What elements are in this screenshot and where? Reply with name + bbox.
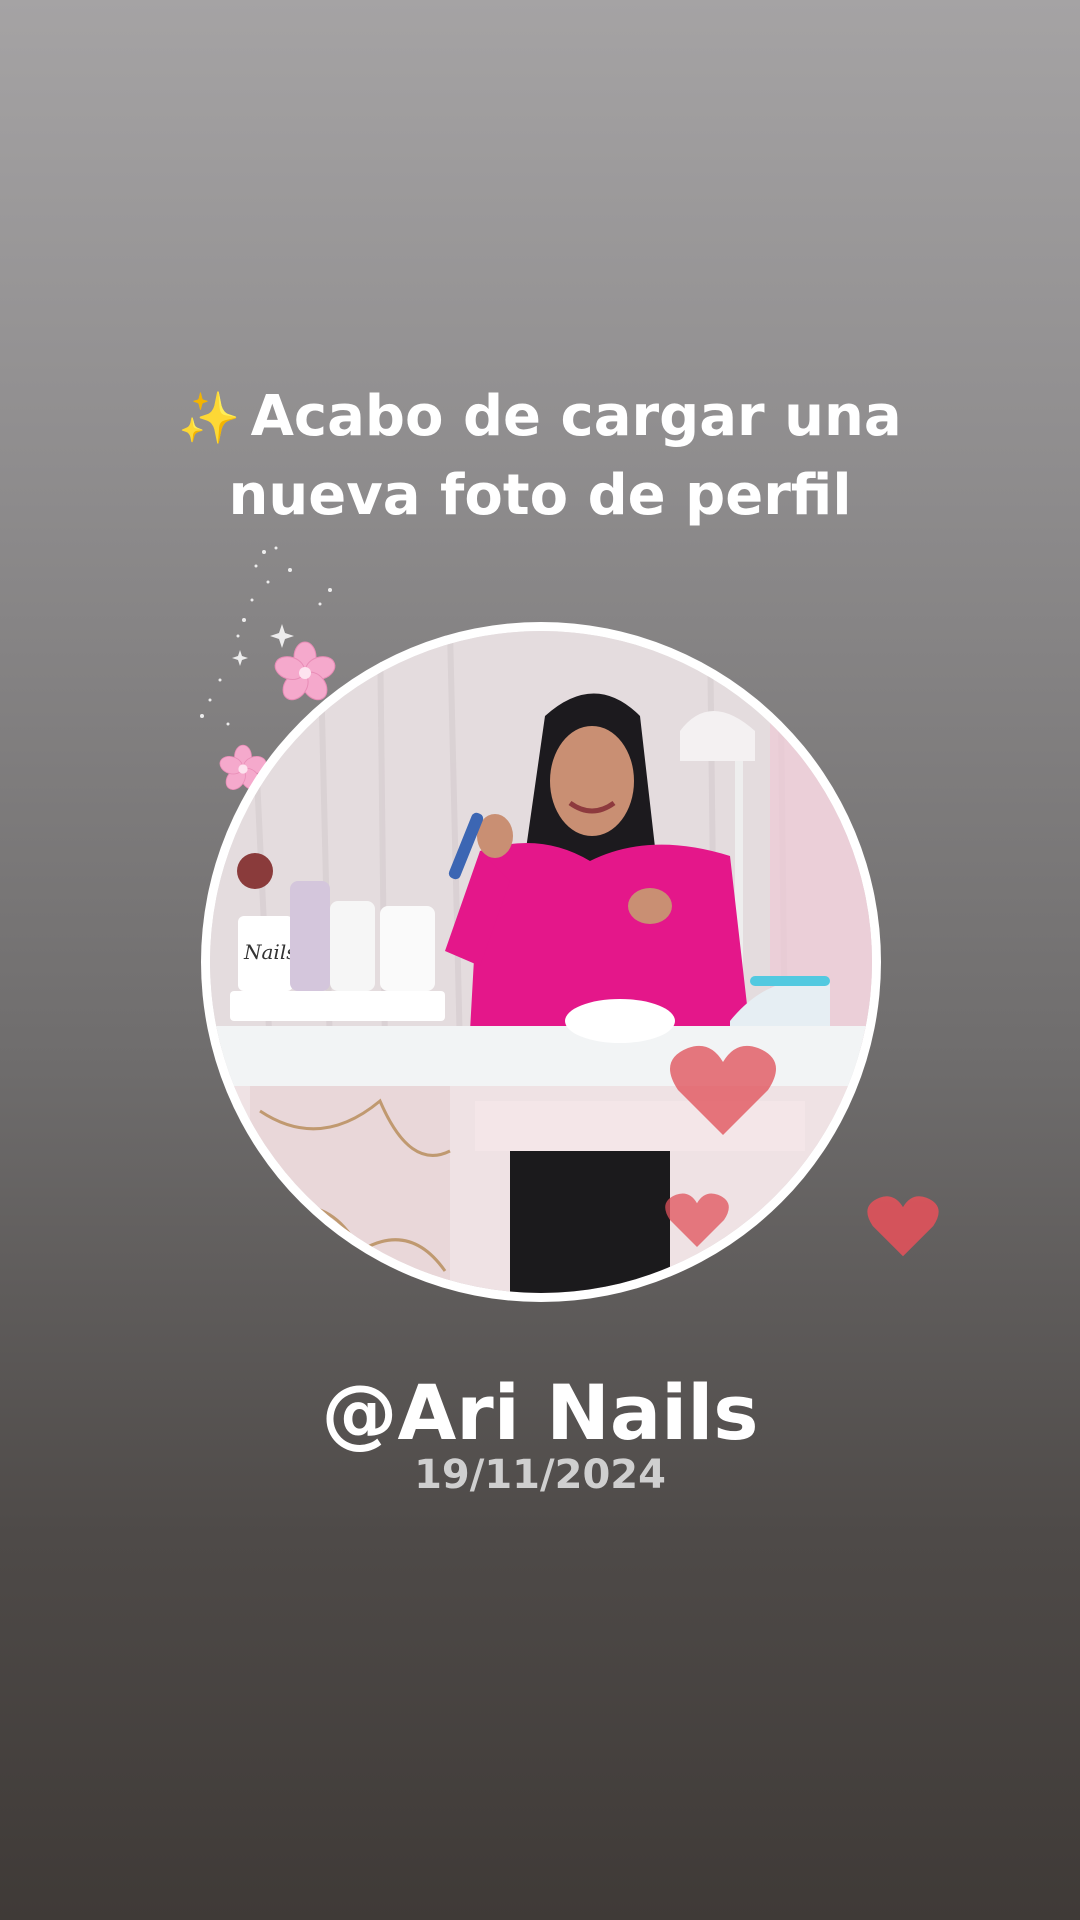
profile-photo-frame[interactable]: Nails — [201, 622, 881, 1302]
story-headline: ✨ Acabo de cargar una nueva foto de perfi… — [0, 378, 1080, 535]
profile-photo[interactable]: Nails — [210, 631, 872, 1293]
mug-label: Nails — [243, 940, 296, 964]
sparkles-icon: ✨ — [178, 389, 241, 447]
headline-line-1: ✨ Acabo de cargar una — [0, 378, 1080, 457]
heart-icon-outside — [867, 1196, 939, 1257]
heart-icon-small — [665, 1193, 729, 1247]
upload-date: 19/11/2024 — [414, 1452, 666, 1498]
headline-text-1: Acabo de cargar una — [250, 384, 902, 449]
profile-handle: @Ari Nails — [321, 1368, 759, 1457]
headline-line-2: nueva foto de perfil — [228, 463, 852, 528]
profile-photo-illustration: Nails — [210, 631, 872, 1293]
heart-icon — [670, 1045, 776, 1135]
